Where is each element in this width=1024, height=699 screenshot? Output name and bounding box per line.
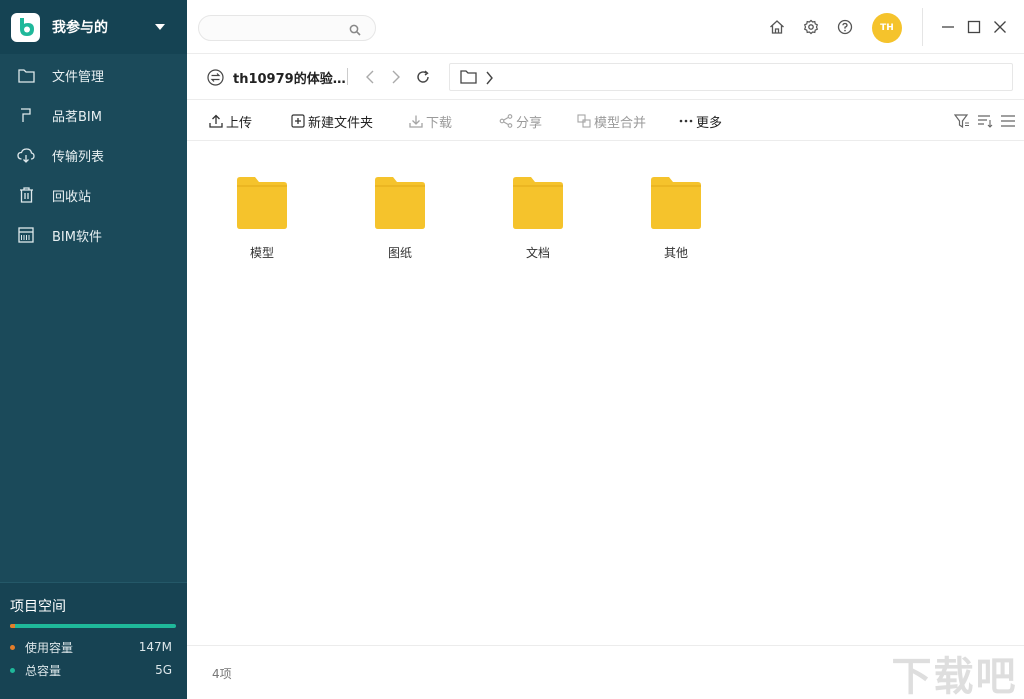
more-button[interactable]: 更多 — [678, 112, 723, 131]
storage-usage-bar — [10, 624, 176, 628]
sidebar-item-label: BIM软件 — [52, 229, 102, 245]
search-input[interactable] — [211, 16, 351, 40]
storage-panel: 项目空间 使用容量 147M 总容量 5G — [0, 582, 187, 699]
total-label: 总容量 — [25, 663, 62, 678]
help-icon[interactable] — [837, 19, 853, 35]
project-title: 我参与的 — [52, 20, 108, 36]
folder-icon — [237, 177, 287, 229]
folder-name: 模型 — [249, 246, 274, 260]
share-icon — [498, 114, 513, 129]
search-icon[interactable] — [349, 21, 361, 40]
current-space-name[interactable]: th10979的体验… — [233, 68, 346, 87]
back-chevron-icon[interactable] — [362, 69, 378, 85]
switch-space-icon[interactable] — [207, 69, 224, 86]
caret-down-icon[interactable] — [155, 24, 165, 30]
new-folder-icon — [290, 114, 305, 129]
share-label: 分享 — [516, 115, 543, 131]
list-view-icon[interactable] — [1000, 113, 1016, 129]
merge-model-button[interactable]: 模型合并 — [576, 112, 647, 131]
sidebar: 我参与的 文件管理 品茗BIM 传输列表 回收站 BIM软件 项目空间 使用容量… — [0, 0, 187, 699]
breadcrumb[interactable] — [449, 63, 1013, 91]
bim-software-icon — [17, 226, 35, 244]
sort-icon[interactable] — [977, 113, 993, 129]
app-logo-icon — [11, 12, 40, 42]
new-folder-label: 新建文件夹 — [308, 115, 374, 131]
folder-item[interactable]: 模型 — [222, 176, 302, 266]
folder-name: 其他 — [663, 246, 688, 260]
sidebar-item-label: 品茗BIM — [52, 109, 102, 125]
folder-icon — [375, 177, 425, 229]
storage-total-row: 总容量 5G — [10, 662, 172, 678]
file-grid: 模型 图纸 文档 其他 — [187, 142, 1024, 645]
root-folder-icon[interactable] — [460, 69, 477, 88]
used-value: 147M — [138, 640, 172, 654]
search-box[interactable] — [198, 15, 376, 41]
minimize-icon[interactable] — [940, 19, 956, 35]
more-dots-icon — [678, 114, 693, 129]
item-count: 4项 — [212, 667, 232, 681]
chevron-right-icon[interactable] — [485, 70, 494, 89]
divider — [347, 68, 348, 85]
storage-title: 项目空间 — [10, 599, 66, 615]
storage-used-fill — [10, 624, 15, 628]
toolbar: 上传 新建文件夹 下载 分享 模型合并 更多 — [187, 101, 1024, 141]
refresh-icon[interactable] — [415, 69, 431, 85]
avatar[interactable]: TH — [872, 13, 902, 43]
sidebar-item-label: 文件管理 — [52, 69, 105, 85]
maximize-icon[interactable] — [966, 19, 982, 35]
folder-name: 文档 — [525, 246, 550, 260]
sidebar-item-pinming-bim[interactable]: 品茗BIM — [0, 95, 187, 135]
project-switcher[interactable]: 我参与的 — [0, 0, 187, 54]
download-label: 下载 — [426, 115, 453, 131]
folder-item[interactable]: 其他 — [636, 176, 716, 266]
sidebar-item-recycle-bin[interactable]: 回收站 — [0, 175, 187, 215]
new-folder-button[interactable]: 新建文件夹 — [290, 112, 374, 131]
sidebar-item-file-management[interactable]: 文件管理 — [0, 55, 187, 95]
sidebar-item-label: 回收站 — [52, 189, 92, 205]
filter-icon[interactable] — [954, 113, 970, 129]
merge-model-label: 模型合并 — [594, 115, 647, 131]
folder-icon — [17, 66, 35, 84]
top-bar: TH — [187, 0, 1024, 54]
download-icon — [408, 114, 423, 129]
used-dot — [10, 644, 15, 650]
storage-used-row: 使用容量 147M — [10, 639, 172, 655]
total-dot — [10, 667, 15, 673]
upload-icon — [208, 114, 223, 129]
folder-icon — [513, 177, 563, 229]
folder-icon — [651, 177, 701, 229]
used-label: 使用容量 — [25, 640, 74, 655]
sidebar-item-bim-software[interactable]: BIM软件 — [0, 215, 187, 255]
merge-model-icon — [576, 114, 591, 129]
upload-button[interactable]: 上传 — [208, 112, 253, 131]
folder-item[interactable]: 图纸 — [360, 176, 440, 266]
sidebar-item-transfer-list[interactable]: 传输列表 — [0, 135, 187, 175]
folder-item[interactable]: 文档 — [498, 176, 578, 266]
close-icon[interactable] — [992, 19, 1008, 35]
home-icon[interactable] — [769, 19, 785, 35]
folder-name: 图纸 — [387, 246, 412, 260]
trash-icon — [17, 186, 35, 204]
path-bar: th10979的体验… — [187, 55, 1024, 100]
share-button[interactable]: 分享 — [498, 112, 543, 131]
status-bar: 4项 下载吧 — [187, 645, 1024, 699]
more-label: 更多 — [696, 115, 723, 131]
settings-gear-icon[interactable] — [803, 19, 819, 35]
sidebar-nav: 文件管理 品茗BIM 传输列表 回收站 BIM软件 — [0, 55, 187, 255]
upload-label: 上传 — [226, 115, 253, 131]
total-value: 5G — [155, 663, 172, 677]
cloud-transfer-icon — [17, 146, 35, 164]
brand-icon — [17, 106, 35, 124]
divider — [922, 8, 923, 46]
watermark-logo: 下载吧 — [891, 654, 1018, 699]
sidebar-item-label: 传输列表 — [52, 149, 105, 165]
download-button[interactable]: 下载 — [408, 112, 453, 131]
forward-chevron-icon[interactable] — [388, 69, 404, 85]
